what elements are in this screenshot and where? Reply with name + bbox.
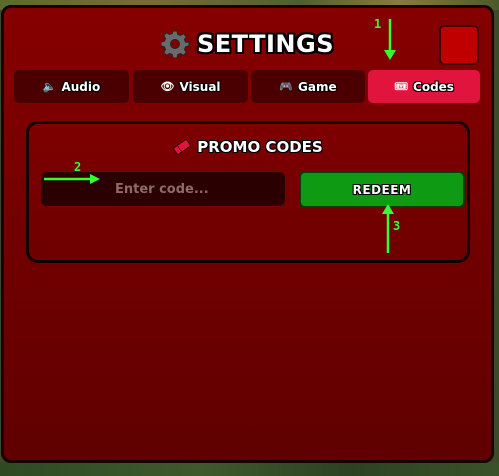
speaker-icon: 🔈: [42, 80, 57, 93]
promo-header: PROMO CODES: [29, 136, 467, 158]
tab-game-label: Game: [298, 79, 337, 94]
annotation-label-2: 2: [74, 160, 82, 174]
tab-visual-label: Visual: [179, 79, 221, 94]
code-input[interactable]: [41, 172, 285, 206]
settings-title: SETTINGS: [197, 30, 334, 58]
tab-codes-label: Codes: [413, 79, 454, 94]
settings-tabs: 🔈 Audio 👁 Visual 🎮 Game 🎟 Codes: [14, 70, 480, 104]
annotation-label-3: 3: [393, 219, 401, 233]
tab-codes[interactable]: 🎟 Codes: [368, 70, 480, 103]
background-scenery-bottom: [0, 462, 499, 476]
annotation-label-1: 1: [374, 17, 382, 31]
eye-icon: 👁: [160, 80, 175, 93]
redeem-button[interactable]: REDEEM: [299, 171, 465, 208]
tab-game[interactable]: 🎮 Game: [251, 70, 365, 103]
gear-icon: [161, 30, 189, 58]
gamepad-icon: 🎮: [279, 80, 294, 93]
promo-title: PROMO CODES: [197, 138, 323, 156]
settings-header: SETTINGS: [4, 26, 491, 62]
tab-audio-label: Audio: [61, 79, 101, 94]
close-button[interactable]: [439, 25, 479, 65]
redeem-label: REDEEM: [352, 182, 412, 197]
ticket-icon: 🎟: [394, 80, 409, 93]
tab-audio[interactable]: 🔈 Audio: [14, 70, 129, 103]
ticket-icon: [173, 139, 192, 155]
settings-panel: SETTINGS 🔈 Audio 👁 Visual 🎮 Game 🎟 Codes: [1, 5, 494, 463]
promo-codes-section: PROMO CODES REDEEM: [26, 121, 470, 263]
tab-visual[interactable]: 👁 Visual: [133, 70, 248, 103]
